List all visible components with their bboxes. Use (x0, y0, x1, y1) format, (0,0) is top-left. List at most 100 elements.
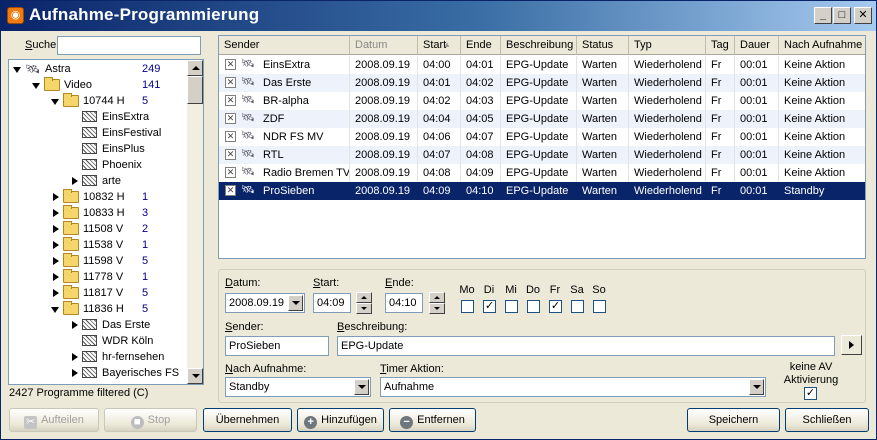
spin-up-icon[interactable] (429, 292, 445, 303)
channel-tree[interactable]: 🛰 Astra 249 Video 141 10744 H 5 EinsExtra EinsFe… (8, 59, 204, 385)
title-bar[interactable]: ◉ Aufnahme-Programmierung _ □ ✕ (1, 1, 876, 31)
weekday-checkbox[interactable]: ✓ (483, 300, 496, 313)
description-field[interactable]: EPG-Update (337, 336, 835, 356)
table-row[interactable]: ✕ 🛰 BR-alpha 2008.09.19 04:02 04:03 EPG-Update… (219, 92, 865, 110)
tree-scrollbar[interactable] (187, 60, 203, 384)
expand-arrow-icon[interactable] (53, 193, 59, 201)
weekday-checkbox[interactable] (527, 300, 540, 313)
chevron-down-icon[interactable] (749, 379, 764, 395)
spin-up-icon[interactable] (356, 292, 372, 303)
datum-dropdown[interactable]: 2008.09.19 (225, 293, 305, 313)
tree-item[interactable]: arte (9, 173, 188, 189)
table-row[interactable]: ✕ 🛰 RTL 2008.09.19 04:07 04:08 EPG-Update Warte… (219, 146, 865, 164)
table-row[interactable]: ✕ 🛰 ZDF 2008.09.19 04:04 04:05 EPG-Update Warte… (219, 110, 865, 128)
expand-arrow-icon[interactable] (53, 273, 59, 281)
tree-item[interactable]: 11836 H 5 (9, 301, 188, 317)
tree-item[interactable]: 11598 V 5 (9, 253, 188, 269)
tree-item[interactable]: Bayerisches FS (9, 365, 188, 381)
start-time-input[interactable]: 04:09 (313, 293, 351, 313)
weekday-checkbox[interactable] (461, 300, 474, 313)
after-recording-dropdown[interactable]: Standby (225, 377, 371, 397)
timer-action-dropdown[interactable]: Aufnahme (380, 377, 766, 397)
tree-item[interactable]: 11817 V 5 (9, 285, 188, 301)
table-row[interactable]: ✕ 🛰 ProSieben 2008.09.19 04:09 04:10 EPG-Updat… (219, 182, 865, 200)
column-header[interactable]: Nach Aufnahme (779, 36, 865, 55)
tree-item[interactable]: 🛰 Astra 249 (9, 61, 188, 77)
add-button[interactable]: + Hinzufügen (297, 408, 384, 432)
tree-item[interactable]: hr-fernsehen (9, 349, 188, 365)
spin-down-icon[interactable] (429, 303, 445, 314)
tree-item[interactable]: EinsFestival (9, 125, 188, 141)
close-dialog-button[interactable]: Schließen (785, 408, 869, 432)
chevron-down-icon[interactable] (288, 295, 303, 311)
tree-item[interactable]: 11508 V 2 (9, 221, 188, 237)
tree-item[interactable]: 11538 V 1 (9, 237, 188, 253)
table-row[interactable]: ✕ 🛰 Das Erste 2008.09.19 04:01 04:02 EPG-Updat… (219, 74, 865, 92)
tree-item[interactable]: 11778 V 1 (9, 269, 188, 285)
tree-item-label: Das Erste (102, 319, 151, 331)
column-header[interactable]: Tag (706, 36, 735, 55)
collapse-arrow-icon[interactable] (32, 83, 40, 89)
chevron-down-icon[interactable] (354, 379, 369, 395)
maximize-button[interactable]: □ (833, 7, 851, 24)
collapse-arrow-icon[interactable] (51, 307, 59, 313)
weekday-checkbox[interactable] (571, 300, 584, 313)
minimize-button[interactable]: _ (814, 7, 832, 24)
expand-arrow-icon[interactable] (53, 225, 59, 233)
expand-arrow-icon[interactable] (72, 353, 78, 361)
table-cell: 2008.09.19 (350, 182, 418, 200)
tree-item[interactable]: Phoenix (9, 157, 188, 173)
expand-arrow-icon[interactable] (53, 241, 59, 249)
tree-item[interactable]: 10744 H 5 (9, 93, 188, 109)
tree-item[interactable]: EinsExtra (9, 109, 188, 125)
weekday-checkbox[interactable] (505, 300, 518, 313)
expand-arrow-icon[interactable] (53, 209, 59, 217)
expand-arrow-icon[interactable] (72, 177, 78, 185)
tree-item[interactable]: Das Erste (9, 317, 188, 333)
column-header[interactable]: Typ (629, 36, 706, 55)
sender-field[interactable]: ProSieben (225, 336, 329, 356)
expand-arrow-icon[interactable] (72, 369, 78, 377)
split-button[interactable]: ✂ Aufteilen (9, 408, 99, 432)
search-input[interactable] (57, 36, 201, 55)
weekday-checkbox[interactable]: ✓ (549, 300, 562, 313)
close-button[interactable]: ✕ (854, 7, 872, 24)
collapse-arrow-icon[interactable] (51, 99, 59, 105)
expand-arrow-icon[interactable] (53, 257, 59, 265)
column-header[interactable]: Dauer (735, 36, 779, 55)
column-header[interactable]: Ende (461, 36, 501, 55)
table-row[interactable]: ✕ 🛰 EinsExtra 2008.09.19 04:00 04:01 EPG-Updat… (219, 56, 865, 74)
keine-av-checkbox[interactable]: ✓ (804, 387, 817, 400)
end-time-stepper[interactable] (429, 292, 445, 314)
scroll-thumb[interactable] (187, 76, 203, 104)
tree-item[interactable]: WDR Köln (9, 333, 188, 349)
timer-table[interactable]: Sender Datum Start Ende Beschreibung Status Ty… (218, 35, 866, 259)
end-time-input[interactable]: 04:10 (385, 293, 423, 313)
column-header[interactable]: Sender (219, 36, 350, 55)
next-arrow-button[interactable] (841, 335, 862, 355)
tree-item[interactable]: Video 141 (9, 77, 188, 93)
tree-item-label: 10744 H (83, 95, 125, 107)
save-button[interactable]: Speichern (687, 408, 780, 432)
scroll-up-button[interactable] (187, 60, 203, 76)
table-row[interactable]: ✕ 🛰 NDR FS MV 2008.09.19 04:06 04:07 EPG-Updat… (219, 128, 865, 146)
weekday-checkbox[interactable] (593, 300, 606, 313)
column-header[interactable]: Start (418, 36, 461, 55)
expand-arrow-icon[interactable] (72, 321, 78, 329)
apply-button[interactable]: Übernehmen (203, 408, 292, 432)
table-row[interactable]: ✕ 🛰 Radio Bremen TV 2008.09.19 04:08 04:09 EPG… (219, 164, 865, 182)
tree-item[interactable]: 10833 H 3 (9, 205, 188, 221)
scroll-down-button[interactable] (187, 368, 203, 384)
expand-arrow-icon[interactable] (53, 289, 59, 297)
tree-item[interactable]: 10832 H 1 (9, 189, 188, 205)
column-header[interactable]: Status (577, 36, 629, 55)
spin-down-icon[interactable] (356, 303, 372, 314)
remove-button[interactable]: − Entfernen (389, 408, 476, 432)
table-header: Sender Datum Start Ende Beschreibung Status Ty… (219, 36, 865, 55)
collapse-arrow-icon[interactable] (13, 67, 21, 73)
tree-item[interactable]: EinsPlus (9, 141, 188, 157)
start-time-stepper[interactable] (356, 292, 372, 314)
column-header[interactable]: Datum (350, 36, 418, 55)
stop-button[interactable]: ■ Stop (104, 408, 197, 432)
column-header[interactable]: Beschreibung (501, 36, 577, 55)
